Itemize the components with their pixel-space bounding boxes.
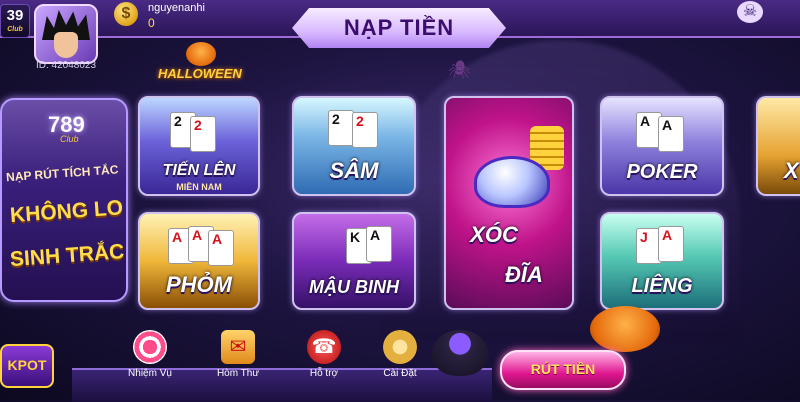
pumpkin-icon [186, 42, 216, 66]
card-2-heart-icon: 2 [352, 112, 378, 148]
avatar[interactable] [34, 4, 98, 64]
avatar-face [54, 32, 78, 58]
gear-icon [383, 330, 417, 364]
game-label: LIÊNG [631, 275, 693, 297]
target-icon [133, 330, 167, 364]
nav-support-label: Hỗ trợ [309, 368, 339, 379]
nav-mail-label: Hòm Thư [216, 368, 260, 379]
deposit-button[interactable]: NẠP TIỀN [292, 8, 506, 48]
game-label: SÂM [329, 158, 379, 183]
deposit-label: NẠP TIỀN [343, 15, 455, 40]
halloween-banner: HALLOWEEN [158, 42, 258, 92]
game-tile-sam[interactable]: 2 2 SÂM [292, 96, 416, 196]
club-badge-sub: Club [7, 26, 23, 33]
promo-club: Club [60, 134, 79, 144]
game-label: POKER [626, 161, 698, 183]
game-tile-mau-binh[interactable]: K A MẬU BINH [292, 212, 416, 310]
club-badge: 39 Club [0, 4, 30, 38]
game-label: MẬU BINH [309, 277, 399, 297]
game-tile-phom[interactable]: A A A PHỎM [138, 212, 260, 310]
card-a-spade-icon: A [366, 226, 392, 262]
nav-settings[interactable]: Cài Đặt [372, 330, 428, 379]
bowl-icon [474, 156, 550, 208]
nav-support[interactable]: ☎ Hỗ trợ [296, 330, 352, 379]
game-label: PHỎM [166, 272, 232, 297]
game-label-1: XÓC [470, 222, 518, 247]
jackpot-label: KPOT [7, 357, 47, 373]
game-tile-lieng[interactable]: J A LIÊNG [600, 212, 724, 310]
nav-settings-label: Cài Đặt [383, 368, 417, 379]
jackpot-button[interactable]: KPOT [0, 344, 54, 388]
card-a-heart-icon: A [208, 230, 234, 266]
card-2-heart-icon: 2 [190, 116, 216, 152]
skull-icon[interactable]: ☠ [737, 1, 763, 23]
card-a-club-icon: A [658, 116, 684, 152]
club-badge-number: 39 [6, 7, 24, 24]
username: nguyenanhi [148, 2, 205, 14]
phone-icon: ☎ [307, 330, 341, 364]
user-id: ID: 42048023 [36, 60, 97, 71]
card-a-heart-icon: A [658, 226, 684, 262]
game-label-2: ĐĨA [505, 262, 543, 287]
nav-missions[interactable]: Nhiệm Vụ [122, 330, 178, 379]
game-label: X [784, 158, 799, 183]
promo-line2: KHÔNG LO [9, 196, 124, 228]
spider-icon: 🕷 [448, 60, 471, 80]
coin-icon: $ [114, 2, 138, 26]
halloween-label: HALLOWEEN [158, 66, 242, 81]
mailbox-icon: ✉ [221, 330, 255, 364]
game-tile-tien-len[interactable]: 2 2 TIẾN LÊN MIỀN NAM [138, 96, 260, 196]
withdraw-button[interactable]: RÚT TIỀN [500, 350, 626, 390]
game-tile-xoc-dia[interactable]: XÓC ĐĨA [444, 96, 574, 310]
card-2-spade-icon: 2 [328, 110, 354, 146]
game-tile-partial[interactable]: X [756, 96, 800, 196]
balance: 0 [148, 16, 155, 30]
promo-banner[interactable]: 789 Club NẠP RÚT TÍCH TẮC KHÔNG LO SINH … [0, 98, 128, 302]
game-tile-poker[interactable]: A A POKER [600, 96, 724, 196]
withdraw-label: RÚT TIỀN [530, 361, 596, 377]
promo-line3: SINH TRẮC [9, 240, 125, 272]
nav-mail[interactable]: ✉ Hòm Thư [210, 330, 266, 379]
game-sublabel: MIỀN NAM [176, 182, 222, 192]
nav-missions-label: Nhiệm Vụ [128, 368, 172, 379]
game-label: TIẾN LÊN [162, 162, 236, 179]
promo-line1: NẠP RÚT TÍCH TẮC [5, 162, 119, 185]
pumpkin-decoration-icon [590, 306, 660, 352]
cauldron-icon [432, 330, 488, 376]
